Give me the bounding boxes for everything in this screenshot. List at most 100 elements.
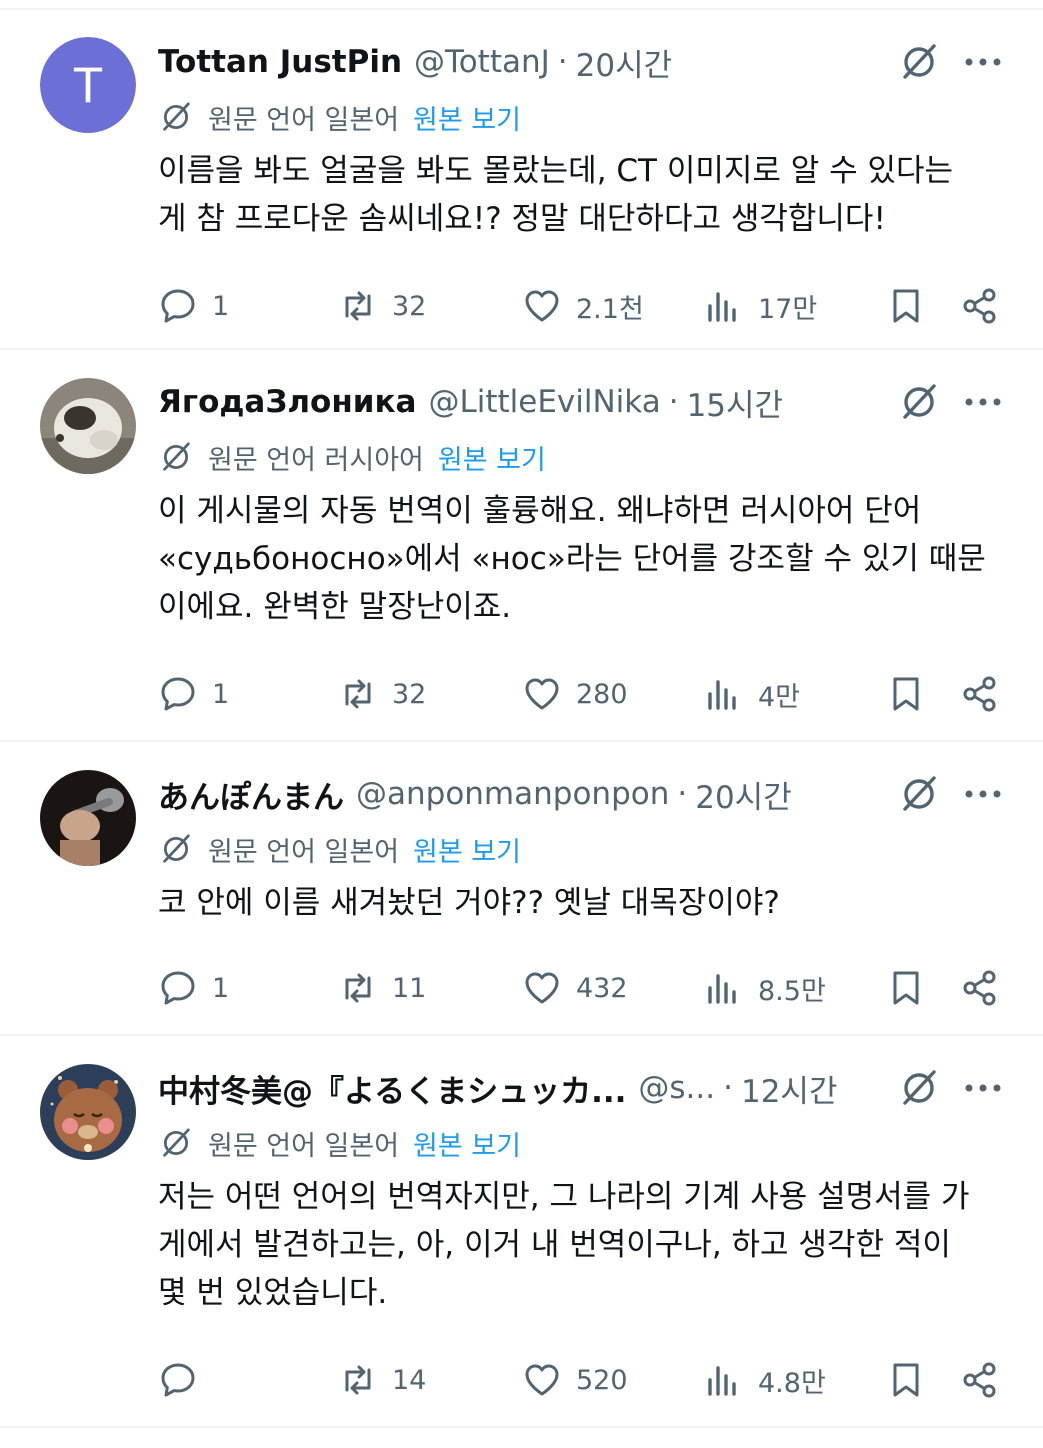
share-button[interactable] bbox=[960, 1356, 1000, 1404]
handle[interactable]: @anponmanponpon bbox=[356, 776, 669, 812]
reply-count: 1 bbox=[212, 290, 230, 322]
reply-icon bbox=[161, 677, 195, 711]
translate-icon bbox=[163, 102, 190, 131]
view-count: 4만 bbox=[758, 681, 801, 713]
handle[interactable]: @s... bbox=[638, 1070, 715, 1106]
grok-icon[interactable] bbox=[897, 380, 941, 424]
share-icon bbox=[963, 970, 996, 1006]
bookmark-button[interactable] bbox=[886, 964, 926, 1012]
bookmark-button[interactable] bbox=[886, 1356, 926, 1404]
post-header: Tottan JustPin @TottanJ · 20시간 bbox=[158, 40, 1003, 84]
grok-icon[interactable] bbox=[897, 772, 941, 816]
handle[interactable]: @TottanJ bbox=[414, 44, 550, 80]
repost-icon bbox=[345, 291, 371, 321]
translate-icon bbox=[163, 1128, 190, 1157]
share-button[interactable] bbox=[960, 964, 1000, 1012]
repost-icon bbox=[345, 679, 371, 709]
reply-icon bbox=[161, 289, 195, 323]
more-icon[interactable] bbox=[963, 772, 1003, 816]
repost-button[interactable]: 32 bbox=[338, 282, 426, 330]
avatar-image bbox=[40, 378, 136, 474]
display-name[interactable]: 中村冬美@『よるくまシュッカ... bbox=[158, 1066, 626, 1111]
like-button[interactable]: 280 bbox=[522, 670, 628, 718]
timestamp[interactable]: 20시간 bbox=[576, 40, 673, 85]
repost-count: 11 bbox=[392, 972, 427, 1004]
post[interactable]: あんぽんまん @anponmanponpon · 20시간 원문 언어 일본어 … bbox=[0, 742, 1043, 1036]
reply-icon bbox=[161, 971, 195, 1005]
avatar[interactable]: T bbox=[40, 37, 136, 133]
show-original-link[interactable]: 원본 보기 bbox=[438, 438, 546, 477]
bookmark-icon bbox=[893, 971, 919, 1005]
like-button[interactable]: 2.1천 bbox=[522, 282, 644, 330]
like-count: 432 bbox=[576, 972, 628, 1004]
show-original-link[interactable]: 원본 보기 bbox=[413, 830, 521, 869]
reply-button[interactable] bbox=[158, 1356, 212, 1404]
share-button[interactable] bbox=[960, 282, 1000, 330]
avatar[interactable] bbox=[40, 1064, 136, 1160]
show-original-link[interactable]: 원본 보기 bbox=[413, 98, 521, 137]
repost-count: 32 bbox=[392, 678, 427, 710]
reply-count: 1 bbox=[212, 678, 230, 710]
views-button[interactable]: 4.8만 bbox=[704, 1356, 826, 1404]
bookmark-button[interactable] bbox=[886, 282, 926, 330]
action-bar: 1 11 432 8.5만 bbox=[158, 964, 1003, 1012]
more-icon[interactable] bbox=[963, 380, 1003, 424]
translate-icon bbox=[163, 834, 190, 863]
post-header: あんぽんまん @anponmanponpon · 20시간 bbox=[158, 772, 1003, 816]
display-name[interactable]: あんぽんまん bbox=[158, 772, 344, 817]
more-icon[interactable] bbox=[963, 40, 1003, 84]
like-button[interactable]: 520 bbox=[522, 1356, 628, 1404]
bookmark-icon bbox=[893, 1363, 919, 1397]
repost-count: 14 bbox=[392, 1364, 427, 1396]
repost-icon bbox=[345, 973, 371, 1003]
like-button[interactable]: 432 bbox=[522, 964, 628, 1012]
translation-notice: 원문 언어 일본어 원본 보기 bbox=[158, 1123, 1003, 1163]
grok-icon[interactable] bbox=[897, 1066, 941, 1110]
grok-icon[interactable] bbox=[897, 40, 941, 84]
views-button[interactable]: 17만 bbox=[704, 282, 817, 330]
post[interactable]: 中村冬美@『よるくまシュッカ... @s... · 12시간 원문 언어 일본어… bbox=[0, 1036, 1043, 1428]
translation-label: 원문 언어 러시아어 bbox=[208, 444, 424, 476]
show-original-link[interactable]: 원본 보기 bbox=[413, 1124, 521, 1163]
views-button[interactable]: 8.5만 bbox=[704, 964, 826, 1012]
reply-button[interactable]: 1 bbox=[158, 964, 229, 1012]
reply-count: 1 bbox=[212, 972, 230, 1004]
share-icon bbox=[963, 676, 996, 712]
timestamp[interactable]: 15시간 bbox=[687, 380, 784, 425]
translation-label: 원문 언어 일본어 bbox=[208, 836, 400, 868]
views-icon bbox=[708, 1366, 736, 1396]
avatar-letter: T bbox=[40, 37, 136, 133]
repost-button[interactable]: 32 bbox=[338, 670, 426, 718]
reply-button[interactable]: 1 bbox=[158, 282, 229, 330]
reply-icon bbox=[161, 1363, 195, 1397]
post[interactable]: T Tottan JustPin @TottanJ · 20시간 원문 언어 일… bbox=[0, 10, 1043, 350]
avatar[interactable] bbox=[40, 378, 136, 474]
display-name[interactable]: Tottan JustPin bbox=[158, 44, 402, 80]
views-button[interactable]: 4만 bbox=[704, 670, 800, 718]
timestamp[interactable]: 12시간 bbox=[741, 1066, 838, 1111]
bookmark-button[interactable] bbox=[886, 670, 926, 718]
reply-button[interactable]: 1 bbox=[158, 670, 229, 718]
avatar[interactable] bbox=[40, 770, 136, 866]
share-button[interactable] bbox=[960, 670, 1000, 718]
view-count: 8.5만 bbox=[758, 975, 826, 1007]
post[interactable]: ЯгодаЗлоника @LittleEvilNika · 15시간 원문 언… bbox=[0, 350, 1043, 742]
timestamp[interactable]: 20시간 bbox=[695, 772, 792, 817]
views-icon bbox=[708, 974, 736, 1004]
separator-dot: · bbox=[557, 44, 568, 80]
more-icon[interactable] bbox=[963, 1066, 1003, 1110]
separator-dot: · bbox=[677, 776, 688, 812]
action-bar: 1 32 2.1천 17만 bbox=[158, 282, 1003, 330]
views-icon bbox=[708, 680, 736, 710]
translation-notice: 원문 언어 일본어 원본 보기 bbox=[158, 829, 1003, 869]
reply-feed: T Tottan JustPin @TottanJ · 20시간 원문 언어 일… bbox=[0, 8, 1043, 1428]
post-text: 이 게시물의 자동 번역이 훌륭해요. 왜냐하면 러시아어 단어 «судьбо… bbox=[158, 493, 986, 625]
repost-button[interactable]: 11 bbox=[338, 964, 426, 1012]
handle[interactable]: @LittleEvilNika bbox=[428, 384, 660, 420]
post-text: 이름을 봐도 얼굴을 봐도 몰랐는데, CT 이미지로 알 수 있다는 게 참 … bbox=[158, 153, 954, 237]
display-name[interactable]: ЯгодаЗлоника bbox=[158, 384, 416, 420]
heart-icon bbox=[525, 1364, 559, 1396]
repost-button[interactable]: 14 bbox=[338, 1356, 426, 1404]
separator-dot: · bbox=[723, 1070, 733, 1106]
bookmark-icon bbox=[893, 677, 919, 711]
